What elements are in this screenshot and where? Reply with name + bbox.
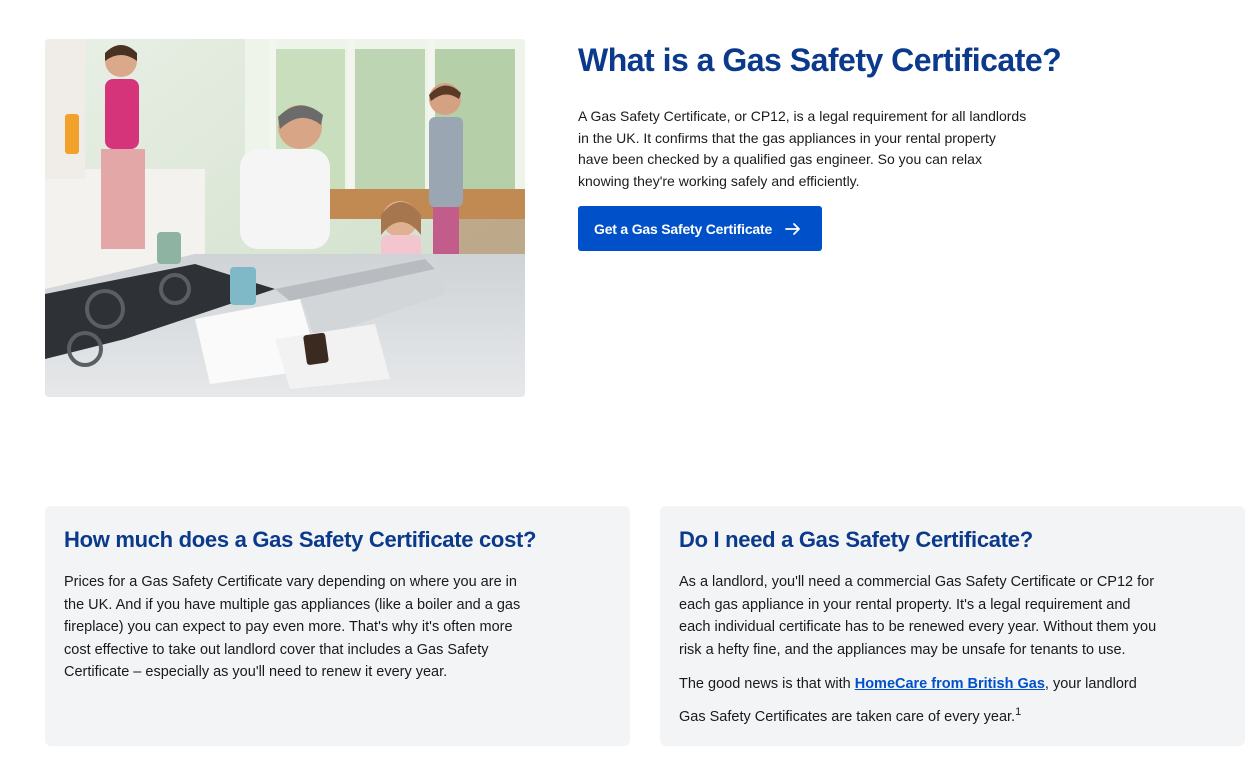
page-title: What is a Gas Safety Certificate? — [578, 42, 1062, 78]
good-news-text-before: The good news is that with — [679, 676, 855, 692]
cost-card-body: Prices for a Gas Safety Certificate vary… — [64, 574, 521, 680]
need-card-good-news: The good news is that with HomeCare from… — [679, 670, 1159, 731]
cost-card: How much does a Gas Safety Certificate c… — [45, 506, 630, 746]
cta-button-label: Get a Gas Safety Certificate — [594, 220, 773, 237]
hero-description: A Gas Safety Certificate, or CP12, is a … — [578, 108, 1027, 189]
footnote-marker[interactable]: 1 — [1015, 706, 1021, 718]
need-card-title: Do I need a Gas Safety Certificate? — [679, 527, 1033, 552]
need-card: Do I need a Gas Safety Certificate? As a… — [660, 506, 1245, 746]
arrow-right-icon — [785, 222, 800, 235]
cost-card-title: How much does a Gas Safety Certificate c… — [64, 527, 537, 552]
hero-image — [45, 39, 525, 397]
family-kitchen-photo — [45, 39, 525, 397]
need-card-body: As a landlord, you'll need a commercial … — [679, 574, 1157, 658]
hero-text: What is a Gas Safety Certificate? A Gas … — [578, 40, 1062, 251]
get-gas-safety-certificate-button[interactable]: Get a Gas Safety Certificate — [578, 206, 823, 251]
homecare-british-gas-link[interactable]: HomeCare from British Gas — [855, 676, 1045, 692]
